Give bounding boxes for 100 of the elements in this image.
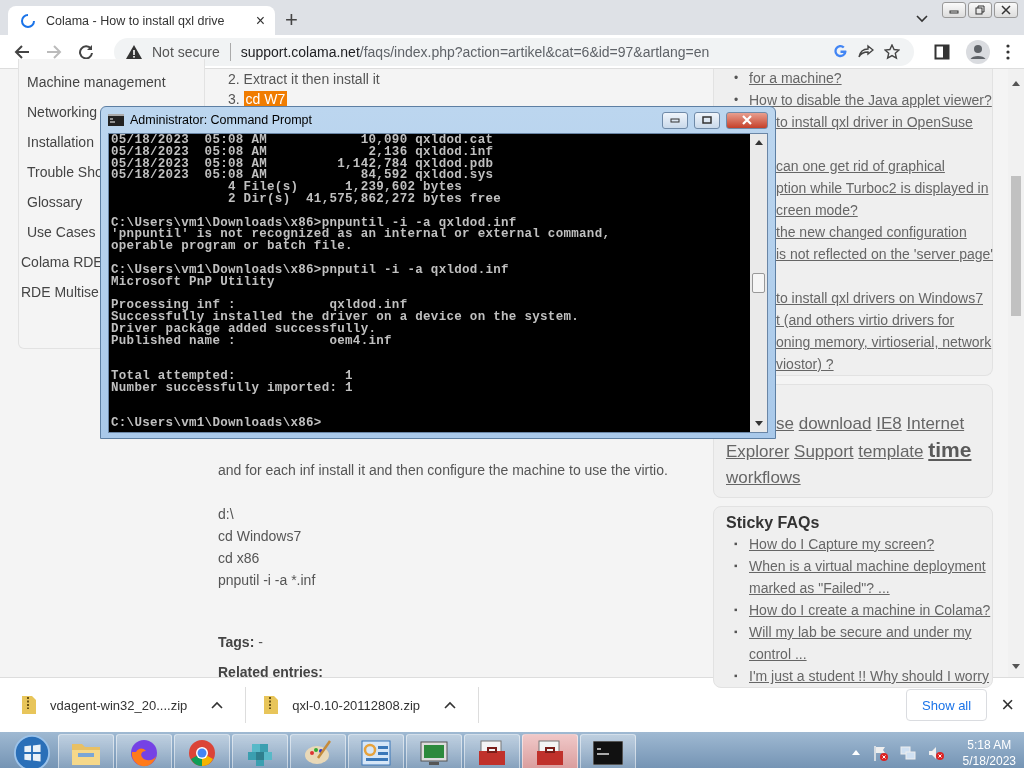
back-icon[interactable]	[14, 43, 30, 60]
browser-tab[interactable]: Colama - How to install qxl drive ×	[8, 6, 275, 35]
list-bullet: ▪	[734, 537, 739, 551]
scrollbar-thumb[interactable]	[1011, 176, 1021, 316]
scroll-down-icon[interactable]	[1012, 664, 1020, 669]
new-tab-button[interactable]: +	[285, 9, 298, 31]
close-tab-button[interactable]: ×	[255, 11, 265, 30]
scroll-up-icon[interactable]	[754, 140, 763, 145]
sidebar-link[interactable]: Colama RDE	[21, 247, 103, 277]
toolbox-icon	[535, 738, 565, 767]
scroll-up-icon[interactable]	[1012, 81, 1020, 86]
download-item[interactable]: qxl-0.10-20112808.zip	[264, 687, 479, 723]
caret-icon[interactable]	[444, 701, 456, 709]
security-label: Not secure	[152, 43, 220, 60]
scrollbar[interactable]	[750, 134, 767, 432]
file-name: vdagent-win32_20....zip	[50, 697, 188, 713]
faq-link[interactable]: control ...	[749, 643, 972, 665]
command-line: d:\	[218, 505, 235, 524]
list-bullet: ▪	[734, 625, 739, 639]
tags-label: Tags:	[218, 634, 255, 650]
faq-link[interactable]: viostor) ?	[776, 353, 992, 375]
tag-link[interactable]: workflows	[726, 468, 801, 487]
close-button[interactable]	[994, 2, 1018, 18]
faq-link[interactable]: to install qxl driver in OpenSuse	[776, 111, 973, 133]
tag-link[interactable]: se	[776, 414, 794, 433]
faq-link[interactable]: to install qxl drivers on Windows7	[776, 287, 992, 309]
share-icon[interactable]	[858, 43, 874, 60]
start-button[interactable]	[13, 733, 51, 768]
related-heading: Related entries:	[218, 664, 325, 680]
reload-icon[interactable]	[78, 43, 94, 60]
show-hidden-icons-icon[interactable]	[851, 750, 860, 755]
restore-button[interactable]	[968, 2, 992, 18]
close-icon	[1001, 5, 1011, 15]
clock[interactable]: 5:18 AM 5/18/2023	[962, 736, 1016, 768]
faq-link[interactable]: t (and others virtio drivers for	[776, 309, 992, 331]
scrollbar-thumb[interactable]	[752, 273, 765, 293]
faq-link[interactable]: When is a virtual machine deployment	[749, 555, 986, 577]
sidebar-link[interactable]: Installation	[27, 127, 94, 157]
faq-link[interactable]: Will my lab be secure and under my	[749, 621, 972, 643]
faq-link[interactable]: I'm just a student !! Why should I worry	[749, 665, 989, 687]
menu-icon[interactable]	[1006, 43, 1010, 60]
side-panel-icon[interactable]	[934, 43, 950, 60]
list-bullet: ▪	[734, 669, 739, 683]
show-all-button[interactable]: Show all	[906, 689, 988, 721]
command-line: cd Windows7	[218, 527, 303, 546]
scroll-down-icon[interactable]	[754, 421, 763, 426]
tag-link[interactable]: IE8	[876, 414, 902, 433]
taskbar-button[interactable]	[580, 733, 636, 768]
tags-value: -	[258, 634, 263, 650]
loading-ring-icon	[20, 12, 36, 29]
tag-link[interactable]: time	[928, 438, 972, 461]
sidebar-link[interactable]: Networking	[27, 97, 98, 127]
tag-link[interactable]: Explorer	[726, 442, 790, 461]
clock-time: 5:18 AM	[967, 736, 1012, 753]
minimize-button[interactable]	[662, 111, 688, 129]
sidebar-link[interactable]: RDE Multise	[21, 277, 99, 307]
tag-link[interactable]: Support	[794, 442, 854, 461]
faq-link[interactable]: How do I create a machine in Colama?	[749, 599, 991, 621]
faq-link[interactable]: How to disable the Java applet viewer?	[749, 89, 992, 111]
step-number: 2.	[228, 71, 240, 87]
faq-link[interactable]: ption while Turboc2 is displayed in	[776, 177, 989, 199]
clock-date: 5/18/2023	[962, 752, 1016, 768]
panel-heading: Sticky FAQs	[726, 513, 821, 533]
address-bar[interactable]: Not secure support.colama.net/faqs/index.php?action=artikel&cat=6&id=97&artlang=en	[114, 37, 914, 66]
window-title: Administrator: Command Prompt	[130, 113, 312, 127]
list-bullet: ▪	[734, 559, 739, 573]
maximize-button[interactable]	[694, 111, 720, 129]
profile-icon[interactable]	[966, 39, 990, 64]
caret-icon[interactable]	[211, 701, 224, 709]
toolbox-icon	[477, 738, 507, 767]
minimize-button[interactable]	[942, 2, 966, 18]
console-icon	[108, 114, 124, 126]
taskbar-button[interactable]	[522, 733, 578, 768]
faq-link[interactable]: How do I Capture my screen?	[749, 533, 935, 555]
google-g-icon[interactable]	[833, 44, 848, 59]
faq-link[interactable]: for a machine?	[749, 67, 842, 89]
faq-link[interactable]: creen mode?	[776, 199, 989, 221]
tag-link[interactable]: template	[858, 442, 924, 461]
faq-link[interactable]: oning memory, virtioserial, network	[776, 331, 992, 353]
sidebar-link[interactable]: Use Cases	[27, 217, 96, 247]
taskbar-button[interactable]	[464, 733, 520, 768]
restore-icon	[975, 5, 985, 15]
faq-link[interactable]: marked as "Failed"? ...	[749, 577, 986, 599]
close-button[interactable]: ×	[1001, 692, 1014, 718]
flag-error-icon[interactable]	[871, 744, 888, 761]
sidebar-link[interactable]: Machine management	[27, 67, 166, 97]
list-bullet: •	[734, 70, 740, 87]
tag-link[interactable]: download	[798, 414, 872, 433]
star-icon[interactable]	[884, 43, 900, 60]
faq-link[interactable]: can one get rid of graphical	[776, 155, 989, 177]
sidebar-link[interactable]: Glossary	[27, 187, 83, 217]
monitor-icon	[419, 739, 449, 766]
tag-link[interactable]: Internet	[906, 414, 965, 433]
file-name: qxl-0.10-20112808.zip	[292, 697, 420, 713]
list-bullet: •	[734, 92, 740, 109]
faq-link[interactable]: is not reflected on the 'server page'	[776, 243, 994, 265]
command-line: pnputil -i -a *.inf	[218, 571, 317, 590]
faq-link[interactable]: the new changed configuration	[776, 221, 994, 243]
tab-list-icon[interactable]	[916, 15, 928, 23]
download-item[interactable]: vdagent-win32_20....zip	[22, 687, 247, 723]
